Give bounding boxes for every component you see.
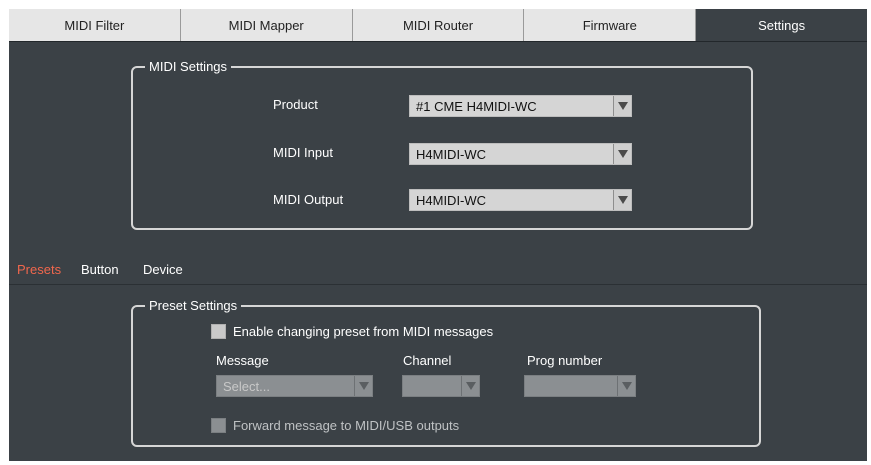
chevron-down-icon[interactable]: [461, 376, 479, 396]
product-select[interactable]: #1 CME H4MIDI-WC: [409, 95, 632, 117]
message-select[interactable]: Select...: [216, 375, 373, 397]
app-window: MIDI Filter MIDI Mapper MIDI Router Firm…: [9, 9, 867, 461]
subtab-button[interactable]: Button: [81, 262, 119, 277]
enable-preset-label: Enable changing preset from MIDI message…: [233, 324, 494, 339]
message-label: Message: [216, 353, 269, 368]
forward-message-label: Forward message to MIDI/USB outputs: [233, 418, 460, 433]
prog-number-select[interactable]: [524, 375, 636, 397]
chevron-down-icon[interactable]: [354, 376, 372, 396]
tab-settings[interactable]: Settings: [696, 9, 867, 41]
chevron-down-icon[interactable]: [613, 190, 631, 210]
product-value: #1 CME H4MIDI-WC: [416, 99, 537, 114]
midi-input-select[interactable]: H4MIDI-WC: [409, 143, 632, 165]
preset-settings-title: Preset Settings: [145, 297, 242, 315]
chevron-down-icon[interactable]: [617, 376, 635, 396]
midi-input-label: MIDI Input: [273, 145, 333, 160]
chevron-down-icon[interactable]: [613, 144, 631, 164]
subtab-device[interactable]: Device: [143, 262, 183, 277]
tab-firmware[interactable]: Firmware: [524, 9, 697, 41]
forward-message-checkbox[interactable]: [211, 418, 226, 433]
midi-input-value: H4MIDI-WC: [416, 147, 487, 162]
midi-settings-group: MIDI Settings Product #1 CME H4MIDI-WC M…: [131, 58, 753, 230]
midi-output-select[interactable]: H4MIDI-WC: [409, 189, 632, 211]
tab-midi-mapper[interactable]: MIDI Mapper: [180, 9, 353, 41]
midi-settings-title: MIDI Settings: [145, 58, 232, 76]
midi-output-label: MIDI Output: [273, 192, 344, 207]
subtab-presets[interactable]: Presets: [17, 262, 61, 277]
prog-number-label: Prog number: [527, 353, 603, 368]
tab-midi-router[interactable]: MIDI Router: [352, 9, 525, 41]
enable-preset-checkbox[interactable]: [211, 324, 226, 339]
product-label: Product: [273, 97, 318, 112]
chevron-down-icon[interactable]: [613, 96, 631, 116]
preset-settings-group: Preset Settings Enable changing preset f…: [131, 297, 761, 447]
tab-midi-filter[interactable]: MIDI Filter: [9, 9, 181, 41]
message-placeholder: Select...: [223, 379, 270, 394]
sub-tab-bar: Presets Button Device: [9, 252, 867, 285]
channel-select[interactable]: [402, 375, 480, 397]
midi-output-value: H4MIDI-WC: [416, 193, 487, 208]
main-tab-bar: MIDI Filter MIDI Mapper MIDI Router Firm…: [9, 9, 867, 42]
channel-label: Channel: [403, 353, 452, 368]
